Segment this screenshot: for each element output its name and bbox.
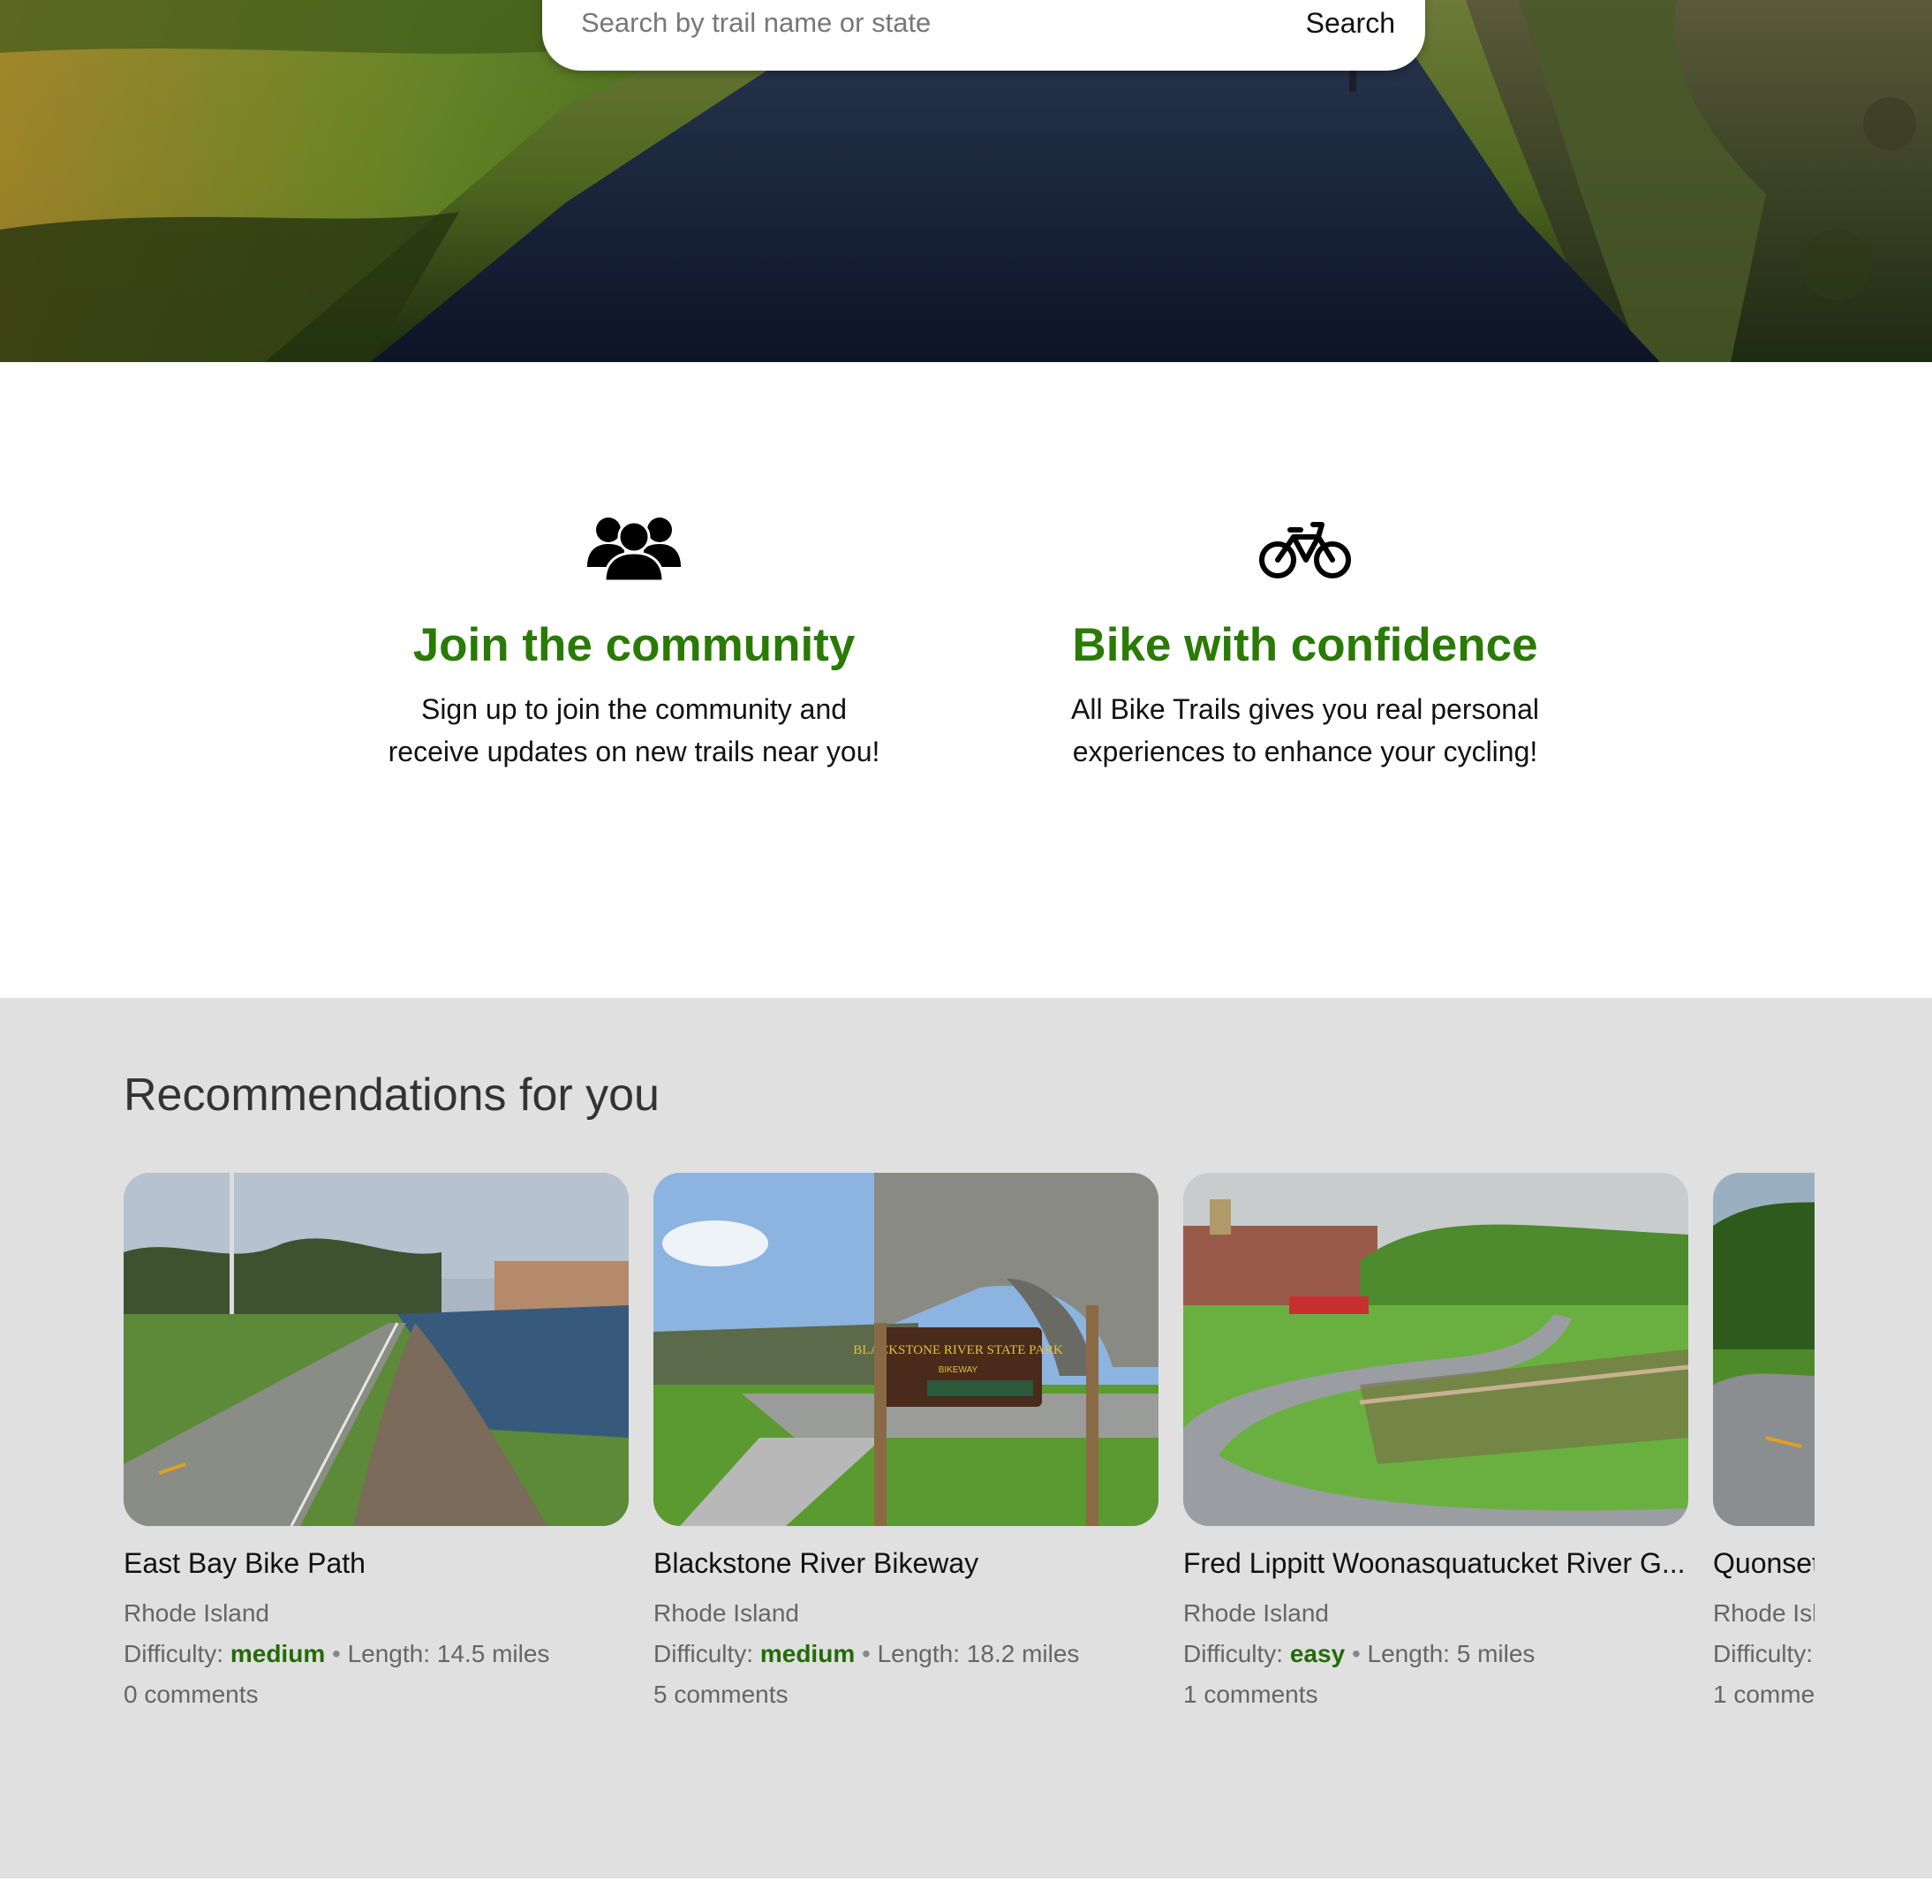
trail-state: Rhode Island (1713, 1599, 1815, 1627)
users-icon (587, 518, 681, 583)
length-value: 5 miles (1456, 1640, 1536, 1667)
feature-title: Join the community (412, 619, 856, 671)
search-button[interactable]: Search (1302, 0, 1399, 46)
trail-card[interactable]: BLACKSTONE RIVER STATE PARK BIKEWAY Blac… (653, 1173, 1158, 1715)
trail-photo (124, 1173, 629, 1526)
separator: • (862, 1640, 871, 1667)
length-value: 14.5 miles (436, 1640, 550, 1667)
trail-photo (1713, 1173, 1815, 1526)
recommendations-carousel: East Bay Bike Path Rhode Island Difficul… (124, 1173, 1815, 1773)
hero-banner: Search (0, 0, 1932, 362)
length-label: Length: (1367, 1640, 1450, 1667)
search-input[interactable] (567, 0, 1238, 46)
feature-text: Sign up to join the community and receiv… (388, 693, 880, 767)
feature-bike-confidence: Bike with confidence All Bike Trails giv… (1023, 503, 1588, 773)
features-section: Join the community Sign up to join the c… (0, 362, 1932, 998)
difficulty-label: Difficulty: (124, 1640, 224, 1667)
length-label: Length: (877, 1640, 961, 1667)
trail-card[interactable]: Quonset Rhode Island Difficulty: 1 comme… (1713, 1173, 1815, 1715)
trail-name[interactable]: Fred Lippitt Woonasquatucket River G... (1183, 1544, 1688, 1583)
recommendations-section: Recommendations for you East Bay Bike Pa… (0, 998, 1932, 1878)
length-label: Length: (347, 1640, 431, 1667)
separator: • (1351, 1640, 1361, 1667)
trail-state: Rhode Island (124, 1599, 270, 1627)
difficulty-value: medium (230, 1640, 326, 1667)
trail-state: Rhode Island (653, 1599, 800, 1627)
separator: • (332, 1640, 341, 1667)
difficulty-value: easy (1289, 1640, 1346, 1667)
park-sign-subtitle: BIKEWAY (939, 1365, 978, 1375)
recommendations-title: Recommendations for you (124, 1069, 660, 1121)
comment-count[interactable]: 0 comments (124, 1674, 629, 1715)
length-value: 18.2 miles (966, 1640, 1080, 1667)
difficulty-label: Difficulty: (1713, 1640, 1814, 1667)
difficulty-label: Difficulty: (1183, 1640, 1284, 1667)
bicycle-icon (1259, 522, 1351, 578)
trail-card[interactable]: East Bay Bike Path Rhode Island Difficul… (124, 1173, 629, 1715)
comment-count[interactable]: 5 comments (653, 1674, 1158, 1715)
trail-stats: Difficulty: (1713, 1634, 1815, 1674)
search-bar: Search (542, 0, 1425, 71)
feature-join-community: Join the community Sign up to join the c… (351, 503, 917, 773)
comment-count[interactable]: 1 comments (1713, 1674, 1815, 1715)
trail-name[interactable]: Blackstone River Bikeway (653, 1544, 1158, 1583)
difficulty-value: medium (759, 1640, 856, 1667)
trail-name[interactable]: Quonset (1713, 1544, 1815, 1583)
feature-title: Bike with confidence (1072, 619, 1538, 671)
feature-text: All Bike Trails gives you real personal … (1070, 693, 1539, 767)
comment-count[interactable]: 1 comments (1183, 1674, 1688, 1715)
trail-stats: Difficulty: easy • Length: 5 miles (1183, 1634, 1688, 1674)
trail-stats: Difficulty: medium • Length: 18.2 miles (653, 1634, 1158, 1674)
trail-card[interactable]: Fred Lippitt Woonasquatucket River G... … (1183, 1173, 1688, 1715)
trail-state: Rhode Island (1183, 1599, 1330, 1627)
difficulty-label: Difficulty: (653, 1640, 754, 1667)
trail-photo (1183, 1173, 1688, 1526)
trail-stats: Difficulty: medium • Length: 14.5 miles (124, 1634, 629, 1674)
trail-name[interactable]: East Bay Bike Path (124, 1544, 629, 1583)
trail-photo: BLACKSTONE RIVER STATE PARK BIKEWAY (653, 1173, 1158, 1526)
